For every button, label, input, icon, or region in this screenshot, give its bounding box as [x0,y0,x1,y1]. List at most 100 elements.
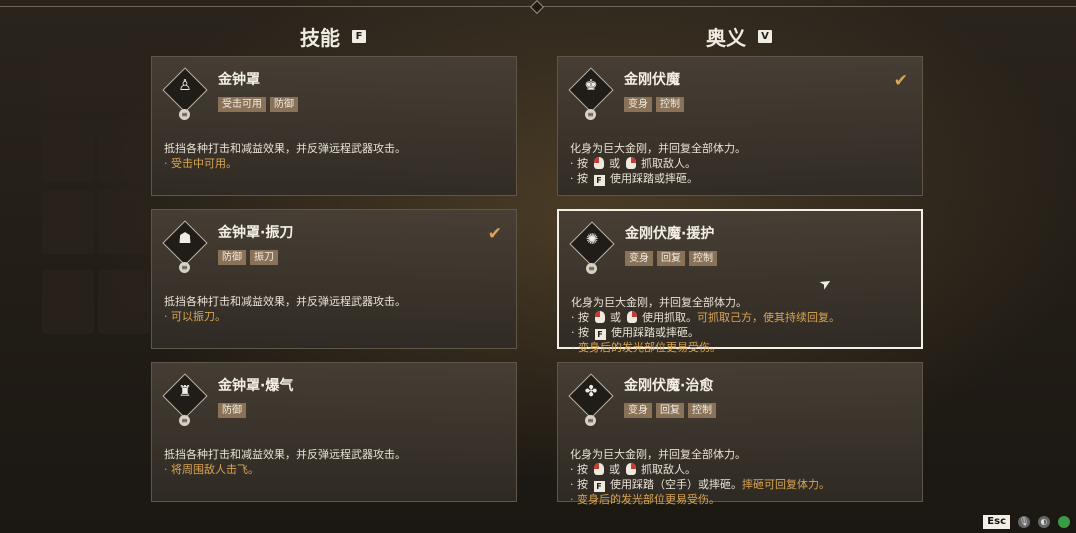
skill-emblem: ✺ ≡ [569,221,615,274]
card-description: 抵挡各种打击和减益效果，并反弹远程武器攻击。 · 可以振刀。 [164,294,506,324]
skills-title-text: 技能 [300,26,340,50]
right-mouse-button-icon [625,157,636,169]
background-portrait [98,190,150,254]
background-portrait [98,48,150,112]
equipped-check-icon: ✔ [893,71,908,91]
description-line: · 变身后的发光部位更易受伤。 [570,492,912,507]
ultimates-column-title: 奥义 V [706,22,772,51]
vajra-multiarm-icon: ✺ [585,230,599,248]
right-mouse-button-icon [626,311,637,323]
status-dot-icon [1058,516,1070,528]
key-hint-badge: F [593,175,605,186]
background-portrait [42,190,94,254]
ultimate-card[interactable]: ✤ ≡ 金刚伏魔·治愈 变身 回复 控制 化身为巨大金刚，并回复全部体力。 · 按 或 抓取敌… [557,362,923,506]
background-portrait [98,118,150,182]
description-line: · 按 F 使用踩踏或摔砸。 [571,325,913,340]
card-title: 金钟罩 [218,72,260,88]
card-description: 抵挡各种打击和减益效果，并反弹远程武器攻击。 · 将周围敌人击飞。 [164,447,506,477]
voice-icon[interactable]: ◐ [1038,516,1050,528]
background-portrait [98,270,150,334]
skill-card[interactable]: ♙ ≡ 金钟罩 受击可用 防御 抵挡各种打击和减益效果，并反弹远程武器攻击。 · 受击中可用… [151,56,517,196]
description-text: 可抓取己方，使其持续回复。 [697,311,840,324]
bell-burst-icon: ♜ [178,382,192,400]
bottom-hint-bar: Esc 🎙 ◐ [983,515,1070,529]
esc-key-hint[interactable]: Esc [983,515,1010,529]
skill-emblem: ♜ ≡ [162,373,208,426]
description-text: · 按 [570,172,592,185]
description-text: · 按 [570,157,592,170]
details-menu-icon[interactable]: ≡ [586,263,597,274]
microphone-icon[interactable]: 🎙 [1018,516,1030,528]
description-line: · 按 或 抓取敌人。 [570,156,912,171]
bell-shield-icon: ☗ [178,229,192,247]
description-text: 使用抓取。 [638,311,697,324]
skill-card[interactable]: ☗ ≡ 金钟罩·振刀 防御 振刀 ✔ 抵挡各种打击和减益效果，并反弹远程武器攻击。 · 可以振… [151,209,517,349]
description-text: 化身为巨大金刚，并回复全部体力。 [570,448,746,461]
card-description: 抵挡各种打击和减益效果，并反弹远程武器攻击。 · 受击中可用。 [164,141,506,171]
details-menu-icon[interactable]: ≡ [585,109,596,120]
key-hint-badge: F [593,481,605,492]
description-line: 化身为巨大金刚，并回复全部体力。 [570,141,912,156]
description-text: 或 [605,157,624,170]
tag-list: 防御 振刀 [218,250,278,265]
details-menu-icon[interactable]: ≡ [585,415,596,426]
tag-list: 防御 [218,403,246,418]
ultimate-card[interactable]: ♚ ≡ 金刚伏魔 变身 控制 ✔ 化身为巨大金刚，并回复全部体力。 · 按 或 抓取敌人。 · … [557,56,923,196]
description-line: · 按 或 使用抓取。可抓取己方，使其持续回复。 [571,310,913,325]
tag-badge: 控制 [688,403,716,418]
description-text: 使用踩踏或摔砸。 [607,326,699,339]
tag-badge: 回复 [657,251,685,266]
bell-figure-icon: ♙ [178,76,192,94]
card-title: 金刚伏魔 [624,72,680,88]
tag-badge: 防御 [218,403,246,418]
details-menu-icon[interactable]: ≡ [179,109,190,120]
skill-emblem: ♚ ≡ [568,67,614,120]
ultimates-title-text: 奥义 [706,26,746,50]
background-portrait [42,118,94,182]
description-text: · 按 [570,463,592,476]
vajra-figure-icon: ♚ [584,76,598,94]
left-mouse-button-icon [593,157,604,169]
description-text: 抓取敌人。 [637,157,696,170]
description-line: · 可以振刀。 [164,310,226,323]
description-text: 摔砸可回复体力。 [742,478,830,491]
tag-list: 变身 回复 控制 [625,251,717,266]
description-line: 抵挡各种打击和减益效果，并反弹远程武器攻击。 [164,295,406,308]
details-menu-icon[interactable]: ≡ [179,262,190,273]
description-line: · 变身后的发光部位更易受伤。 [571,340,913,355]
vajra-heal-icon: ✤ [584,382,598,400]
key-hint-badge: F [594,329,606,340]
ultimate-card[interactable]: ✺ ≡ 金刚伏魔·援护 变身 回复 控制 化身为巨大金刚，并回复全部体力。 · 按 或 使用抓… [557,209,923,354]
tag-badge: 变身 [625,251,653,266]
skill-card[interactable]: ♜ ≡ 金钟罩·爆气 防御 抵挡各种打击和减益效果，并反弹远程武器攻击。 · 将周围敌人击… [151,362,517,502]
tag-list: 变身 控制 [624,97,684,112]
description-text: · 按 [571,326,593,339]
description-text: 抓取敌人。 [637,463,696,476]
description-text: 使用踩踏或摔砸。 [606,172,698,185]
background-portrait [42,48,94,112]
card-description: 化身为巨大金刚，并回复全部体力。 · 按 或 使用抓取。可抓取己方，使其持续回复。… [571,295,913,355]
tag-badge: 受击可用 [218,97,266,112]
tag-badge: 控制 [656,97,684,112]
tag-badge: 控制 [689,251,717,266]
skills-hotkey-badge: F [352,30,366,43]
card-description: 化身为巨大金刚，并回复全部体力。 · 按 或 抓取敌人。 · 按 F 使用踩踏或摔砸… [570,141,912,186]
tag-badge: 防御 [218,250,246,265]
details-menu-icon[interactable]: ≡ [179,415,190,426]
tag-badge: 变身 [624,403,652,418]
left-mouse-button-icon [594,311,605,323]
description-line: 抵挡各种打击和减益效果，并反弹远程武器攻击。 [164,142,406,155]
description-text: 化身为巨大金刚，并回复全部体力。 [570,142,746,155]
left-mouse-button-icon [593,463,604,475]
description-line: 化身为巨大金刚，并回复全部体力。 [570,447,912,462]
description-text: · 变身后的发光部位更易受伤。 [570,493,720,506]
description-text: 使用踩踏（空手）或摔砸。 [606,478,742,491]
background-portrait [42,270,94,334]
skill-emblem: ♙ ≡ [162,67,208,120]
tag-badge: 防御 [270,97,298,112]
description-text: · 按 [571,311,593,324]
card-title: 金钟罩·振刀 [218,225,294,241]
equipped-check-icon: ✔ [487,224,502,244]
right-mouse-button-icon [625,463,636,475]
description-text: 化身为巨大金刚，并回复全部体力。 [571,296,747,309]
